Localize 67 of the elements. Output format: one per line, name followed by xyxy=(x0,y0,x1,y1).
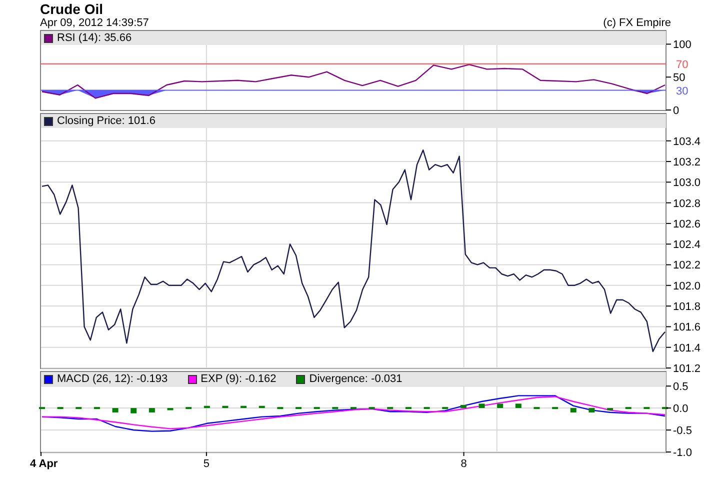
divergence-bar xyxy=(112,408,118,412)
divergence-bar xyxy=(460,404,466,408)
divergence-bar xyxy=(296,407,302,410)
axis-tick-label: 103.2 xyxy=(673,156,701,168)
legend-label: EXP (9): -0.162 xyxy=(200,374,276,384)
chart-title: Crude Oil xyxy=(40,2,104,16)
axis-tick-label: 0.5 xyxy=(673,381,688,394)
axis-tick-label: 101.6 xyxy=(673,322,701,334)
divergence-bar xyxy=(607,408,614,410)
divergence-bar xyxy=(39,407,45,410)
divergence-bar xyxy=(570,408,576,412)
threshold-label: 70 xyxy=(676,58,688,71)
divergence-bar xyxy=(497,404,504,408)
axis-tick-label: 103.0 xyxy=(673,177,701,190)
divergence-bar xyxy=(368,407,375,410)
axis-tick-label: 4 Apr xyxy=(30,458,58,470)
divergence-bar xyxy=(332,407,338,410)
axis-tick-label: 100 xyxy=(673,39,692,52)
divergence-bar xyxy=(515,404,522,408)
divergence-bar xyxy=(662,407,668,410)
legend-label: RSI (14): 35.66 xyxy=(57,32,132,44)
axis-tick-label: 102.8 xyxy=(673,198,701,210)
copyright-text: (c) FX Empire xyxy=(603,18,671,29)
divergence-bar xyxy=(442,407,448,410)
divergence-bar xyxy=(76,407,82,410)
divergence-bar xyxy=(405,407,412,410)
divergence-bar xyxy=(204,406,210,408)
legend-label: Closing Price: 101.6 xyxy=(57,116,156,126)
divergence-bar xyxy=(387,407,394,410)
axis-tick-label: 102.2 xyxy=(673,260,701,272)
divergence-bar xyxy=(314,407,320,410)
divergence-bar xyxy=(57,407,64,410)
divergence-bar xyxy=(240,406,247,408)
divergence-bar xyxy=(186,407,192,410)
divergence-bar xyxy=(534,407,540,410)
divergence-bar xyxy=(625,407,632,410)
legend-label: Divergence: -0.031 xyxy=(309,374,402,384)
axis-tick-label: 101.4 xyxy=(673,342,701,354)
axis-tick-label: 102.6 xyxy=(673,218,701,230)
divergence-bar xyxy=(167,408,174,410)
axis-tick-label: 101.8 xyxy=(673,301,701,314)
divergence-bar xyxy=(588,408,595,412)
axis-tick-label: 102.4 xyxy=(673,239,701,252)
axis-tick-label: 101.2 xyxy=(673,363,701,375)
threshold-label: 30 xyxy=(676,85,688,98)
divergence-bar xyxy=(258,406,265,408)
axis-tick-label: 0 xyxy=(673,105,680,117)
divergence-bar xyxy=(478,404,485,408)
divergence-bar xyxy=(94,407,100,410)
axis-tick-label: 103.4 xyxy=(673,136,701,148)
divergence-bar xyxy=(222,406,228,408)
divergence-bar xyxy=(350,407,356,410)
axis-tick-label: 5 xyxy=(203,458,210,470)
divergence-bar xyxy=(130,408,137,414)
legend-label: MACD (26, 12): -0.193 xyxy=(57,374,168,384)
divergence-bar xyxy=(552,407,558,410)
axis-tick-label: 50 xyxy=(673,72,686,84)
divergence-bar xyxy=(277,407,284,410)
axis-tick-label: 0.0 xyxy=(673,403,688,416)
axis-tick-label: 8 xyxy=(460,458,467,470)
divergence-bar xyxy=(644,407,650,410)
axis-tick-label: -0.5 xyxy=(673,425,692,438)
timestamp: Apr 09, 2012 14:39:57 xyxy=(40,18,149,29)
axis-tick-label: 102.0 xyxy=(673,280,701,292)
divergence-bar xyxy=(424,407,430,410)
divergence-bar xyxy=(148,408,155,412)
axis-tick-label: -1.0 xyxy=(673,447,692,459)
